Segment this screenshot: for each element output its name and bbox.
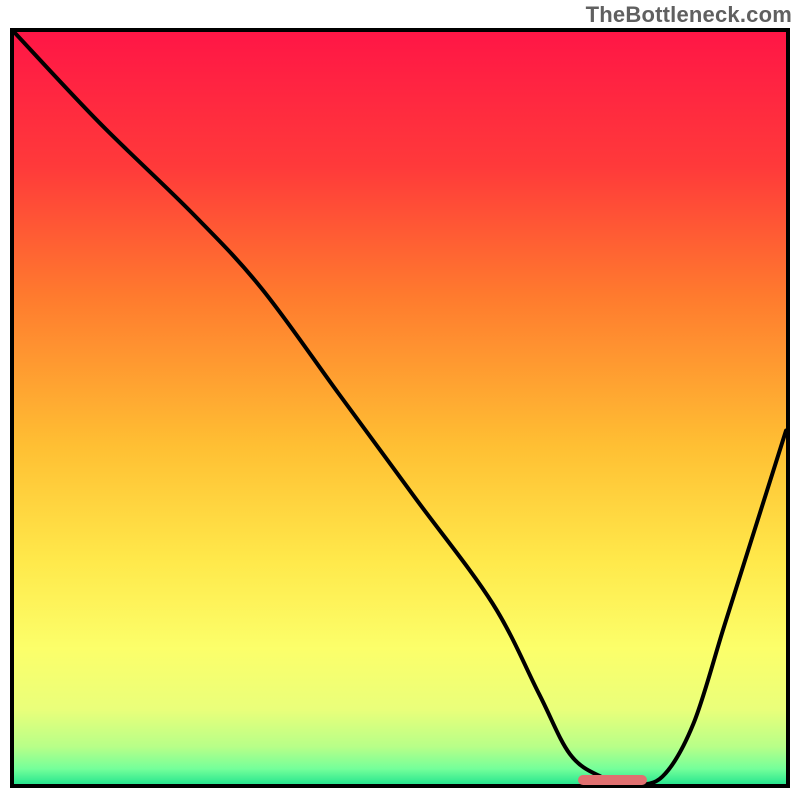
chart-root: TheBottleneck.com [0,0,800,800]
minimum-marker [578,775,647,785]
plot-svg [14,32,786,784]
plot-frame [10,28,790,788]
watermark-text: TheBottleneck.com [586,2,792,28]
gradient-fill [14,32,786,784]
